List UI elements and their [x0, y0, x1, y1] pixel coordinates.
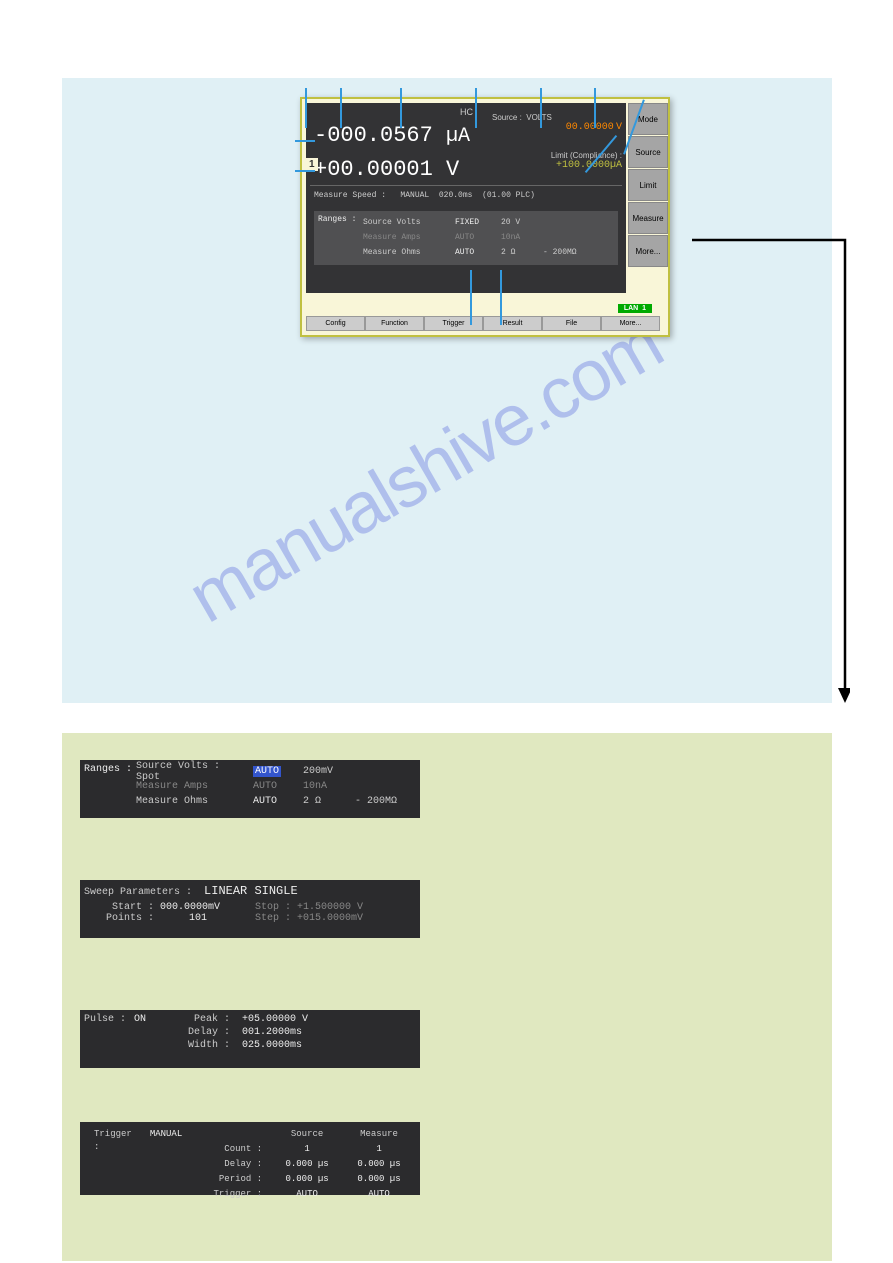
softkey-trigger[interactable]: Trigger	[424, 316, 483, 331]
instrument-body: HC -000.0567 µA +00.00001 V 1 Source : V…	[300, 97, 670, 337]
side-softkeys: Mode Source Limit Measure More...	[628, 103, 668, 268]
softkey-limit[interactable]: Limit	[628, 169, 668, 201]
channel-label: 1	[306, 158, 318, 171]
main-reading-value: -000.0567 µA	[314, 123, 470, 148]
softkey-file[interactable]: File	[542, 316, 601, 331]
section-ranges-panel: Ranges : Source Volts : SpotAUTO200mV Me…	[80, 760, 420, 818]
divider-line	[310, 185, 622, 186]
softkey-function[interactable]: Function	[365, 316, 424, 331]
measure-speed-row: Measure Speed : MANUAL 020.0ms (01.00 PL…	[314, 191, 535, 200]
softkey-measure[interactable]: Measure	[628, 202, 668, 234]
secondary-reading-value: +00.00001 V	[314, 157, 459, 182]
softkey-more-bottom[interactable]: More...	[601, 316, 660, 331]
section-sweep-panel: Sweep Parameters : LINEAR SINGLE Start :…	[80, 880, 420, 938]
status-hc-icon: HC	[460, 107, 473, 117]
softkey-result[interactable]: Result	[483, 316, 542, 331]
instrument-screen: HC -000.0567 µA +00.00001 V 1 Source : V…	[300, 97, 670, 337]
section-pulse-panel: Pulse :ONPeak : +05.00000 V Delay : 001.…	[80, 1010, 420, 1068]
limit-info: Limit (Compliance) : +100.0000µA	[492, 151, 622, 171]
softkey-more[interactable]: More...	[628, 235, 668, 267]
softkey-mode[interactable]: Mode	[628, 103, 668, 135]
display-area: HC -000.0567 µA +00.00001 V 1 Source : V…	[306, 103, 626, 293]
section-trigger-panel: Trigger : MANUAL SourceMeasure Count :11…	[80, 1122, 420, 1195]
bottom-softkeys: Config Function Trigger Result File More…	[306, 316, 660, 331]
softkey-config[interactable]: Config	[306, 316, 365, 331]
instrument-ranges-box: Ranges : Source VoltsFIXED20 V Measure A…	[314, 211, 618, 265]
lan-indicator: LAN 1	[618, 304, 652, 313]
source-info: Source : VOLTS 00.00000 V	[492, 113, 622, 143]
softkey-source[interactable]: Source	[628, 136, 668, 168]
